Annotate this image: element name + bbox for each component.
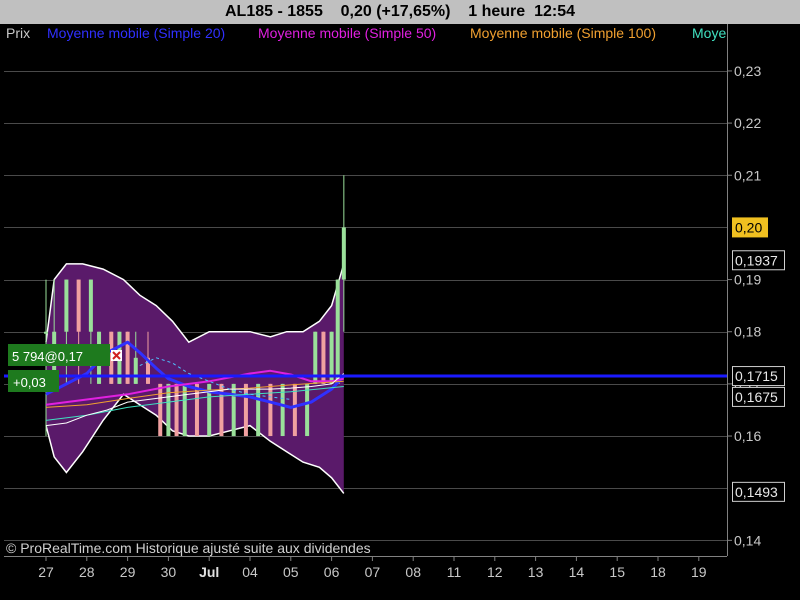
chart-header: AL185 - 1855 0,20 (+17,65%) 1 heure 12:5… [0, 0, 800, 24]
candle-body [305, 383, 310, 437]
candle-body [243, 383, 248, 437]
legend-item-sma50: Moyenne mobile (Simple 50) [258, 25, 436, 41]
candle-body [166, 383, 171, 437]
y-axis: 0,140,160,170,180,190,210,220,23 [727, 63, 761, 548]
position-pnl-text: +0,03 [13, 375, 46, 390]
last-price-change: 0,20 (+17,65%) [340, 3, 451, 20]
candle-body [256, 383, 261, 437]
x-tick-label: 29 [120, 564, 136, 580]
close-icon[interactable] [111, 350, 122, 361]
legend-item-sma100: Moyenne mobile (Simple 100) [470, 25, 656, 41]
y-tick-label: 0,23 [734, 63, 761, 79]
price-chart[interactable]: 0,140,160,170,180,190,210,220,23 0,200,1… [0, 24, 800, 600]
x-tick-label: 18 [650, 564, 666, 580]
x-tick-label: 04 [242, 564, 258, 580]
x-tick-label: 06 [324, 564, 340, 580]
chart-title: AL185 - 1855 0,20 (+17,65%) 1 heure 12:5… [0, 3, 800, 21]
candle-body [231, 383, 236, 437]
candle-body [194, 383, 199, 437]
position-tag-text: 5 794@0,17 [12, 349, 83, 364]
x-tick-label: 15 [609, 564, 625, 580]
value-tag-text: 0,1715 [735, 368, 778, 384]
x-tick-label: 05 [283, 564, 299, 580]
x-tick-label: 19 [691, 564, 707, 580]
x-tick-label: 27 [38, 564, 54, 580]
legend-item-price: Prix [6, 25, 30, 41]
legend: Prix Moyenne mobile (Simple 20) Moyenne … [6, 25, 726, 41]
x-tick-label: 11 [447, 564, 462, 580]
candle-body [341, 227, 346, 280]
candle-body [44, 331, 48, 334]
x-tick-label: 07 [365, 564, 381, 580]
copyright-notice: © ProRealTime.com Historique ajusté suit… [6, 540, 371, 556]
x-tick-label: 28 [79, 564, 95, 580]
y-tick-label: 0,22 [734, 115, 761, 131]
x-tick-label: 14 [569, 564, 585, 580]
clock-time: 12:54 [534, 3, 575, 20]
candle-body [64, 279, 69, 332]
candle-body [268, 383, 273, 437]
legend-item-more: Moye [692, 25, 726, 41]
symbol-name: AL185 - 1855 [225, 3, 323, 20]
x-tick-label: 30 [161, 564, 177, 580]
value-tag-text: 0,1493 [735, 484, 778, 500]
last-price-tag-text: 0,20 [735, 219, 762, 235]
value-tags: 0,20 0,1937 0,1715 0,1675 0,1493 [732, 217, 785, 502]
interval-label: 1 heure [468, 3, 526, 20]
x-axis: 27 28 29 30 Jul 04 05 06 07 08 11 12 13 14 15 18 19 [38, 556, 707, 580]
x-tick-label: Jul [199, 564, 219, 580]
legend-item-sma20: Moyenne mobile (Simple 20) [47, 25, 225, 41]
y-tick-label: 0,16 [734, 428, 761, 444]
value-tag-text: 0,1675 [735, 389, 778, 405]
y-tick-label: 0,19 [734, 272, 761, 288]
value-tag-text: 0,1937 [735, 252, 778, 268]
candle-body [76, 279, 81, 332]
candle-body [133, 357, 138, 384]
x-tick-label: 08 [405, 564, 421, 580]
x-tick-label: 13 [528, 564, 544, 580]
candle-body [88, 279, 93, 332]
x-tick-label: 12 [487, 564, 503, 580]
y-tick-label: 0,18 [734, 324, 761, 340]
candle-body [335, 279, 340, 384]
y-tick-label: 0,21 [734, 167, 761, 183]
candle-body [158, 383, 163, 437]
y-tick-label: 0,14 [734, 532, 761, 548]
